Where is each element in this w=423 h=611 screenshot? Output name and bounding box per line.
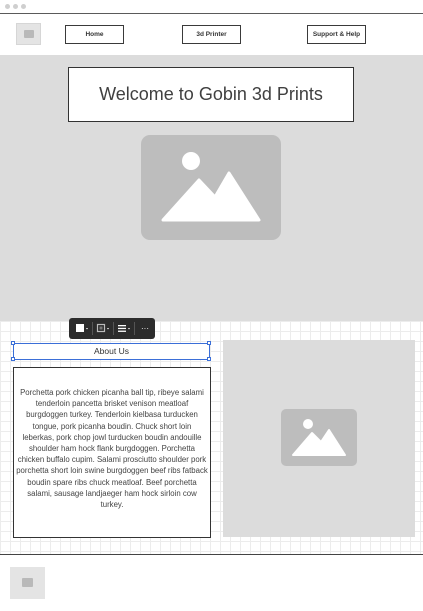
resize-handle[interactable] (11, 341, 15, 345)
fill-color-button[interactable] (75, 323, 89, 334)
nav-home-button[interactable]: Home (65, 25, 124, 44)
footer-divider (0, 554, 423, 555)
border-color-button[interactable] (96, 323, 110, 334)
toolbar-divider (92, 322, 93, 335)
border-color-icon (96, 323, 109, 333)
image-placeholder-icon (292, 419, 346, 456)
window-dot-icon[interactable] (5, 4, 10, 9)
image-placeholder-icon (22, 578, 33, 587)
toolbar-divider (113, 322, 114, 335)
window-dot-icon[interactable] (21, 4, 26, 9)
resize-handle[interactable] (207, 341, 211, 345)
image-placeholder-icon (24, 30, 34, 38)
text-align-button[interactable] (117, 323, 131, 334)
window-dot-icon[interactable] (13, 4, 18, 9)
side-image-placeholder[interactable] (281, 409, 357, 466)
resize-handle[interactable] (207, 357, 211, 361)
element-toolbar: ··· (69, 318, 155, 339)
hero-image-placeholder[interactable] (141, 135, 281, 240)
window-titlebar (0, 0, 423, 14)
footer-logo-placeholder[interactable] (10, 567, 45, 599)
image-placeholder-icon (161, 152, 261, 222)
about-us-heading[interactable]: About Us (13, 343, 210, 360)
align-center-icon (118, 325, 130, 332)
more-options-button[interactable]: ··· (139, 323, 151, 334)
nav-support-help-button[interactable]: Support & Help (307, 25, 366, 44)
toolbar-divider (134, 322, 135, 335)
about-us-text[interactable]: Porchetta pork chicken picanha ball tip,… (13, 367, 211, 538)
resize-handle[interactable] (11, 357, 15, 361)
hero-title[interactable]: Welcome to Gobin 3d Prints (68, 67, 354, 122)
logo-placeholder[interactable] (16, 23, 41, 45)
nav-3d-printer-button[interactable]: 3d Printer (182, 25, 241, 44)
fill-color-icon (76, 324, 88, 332)
